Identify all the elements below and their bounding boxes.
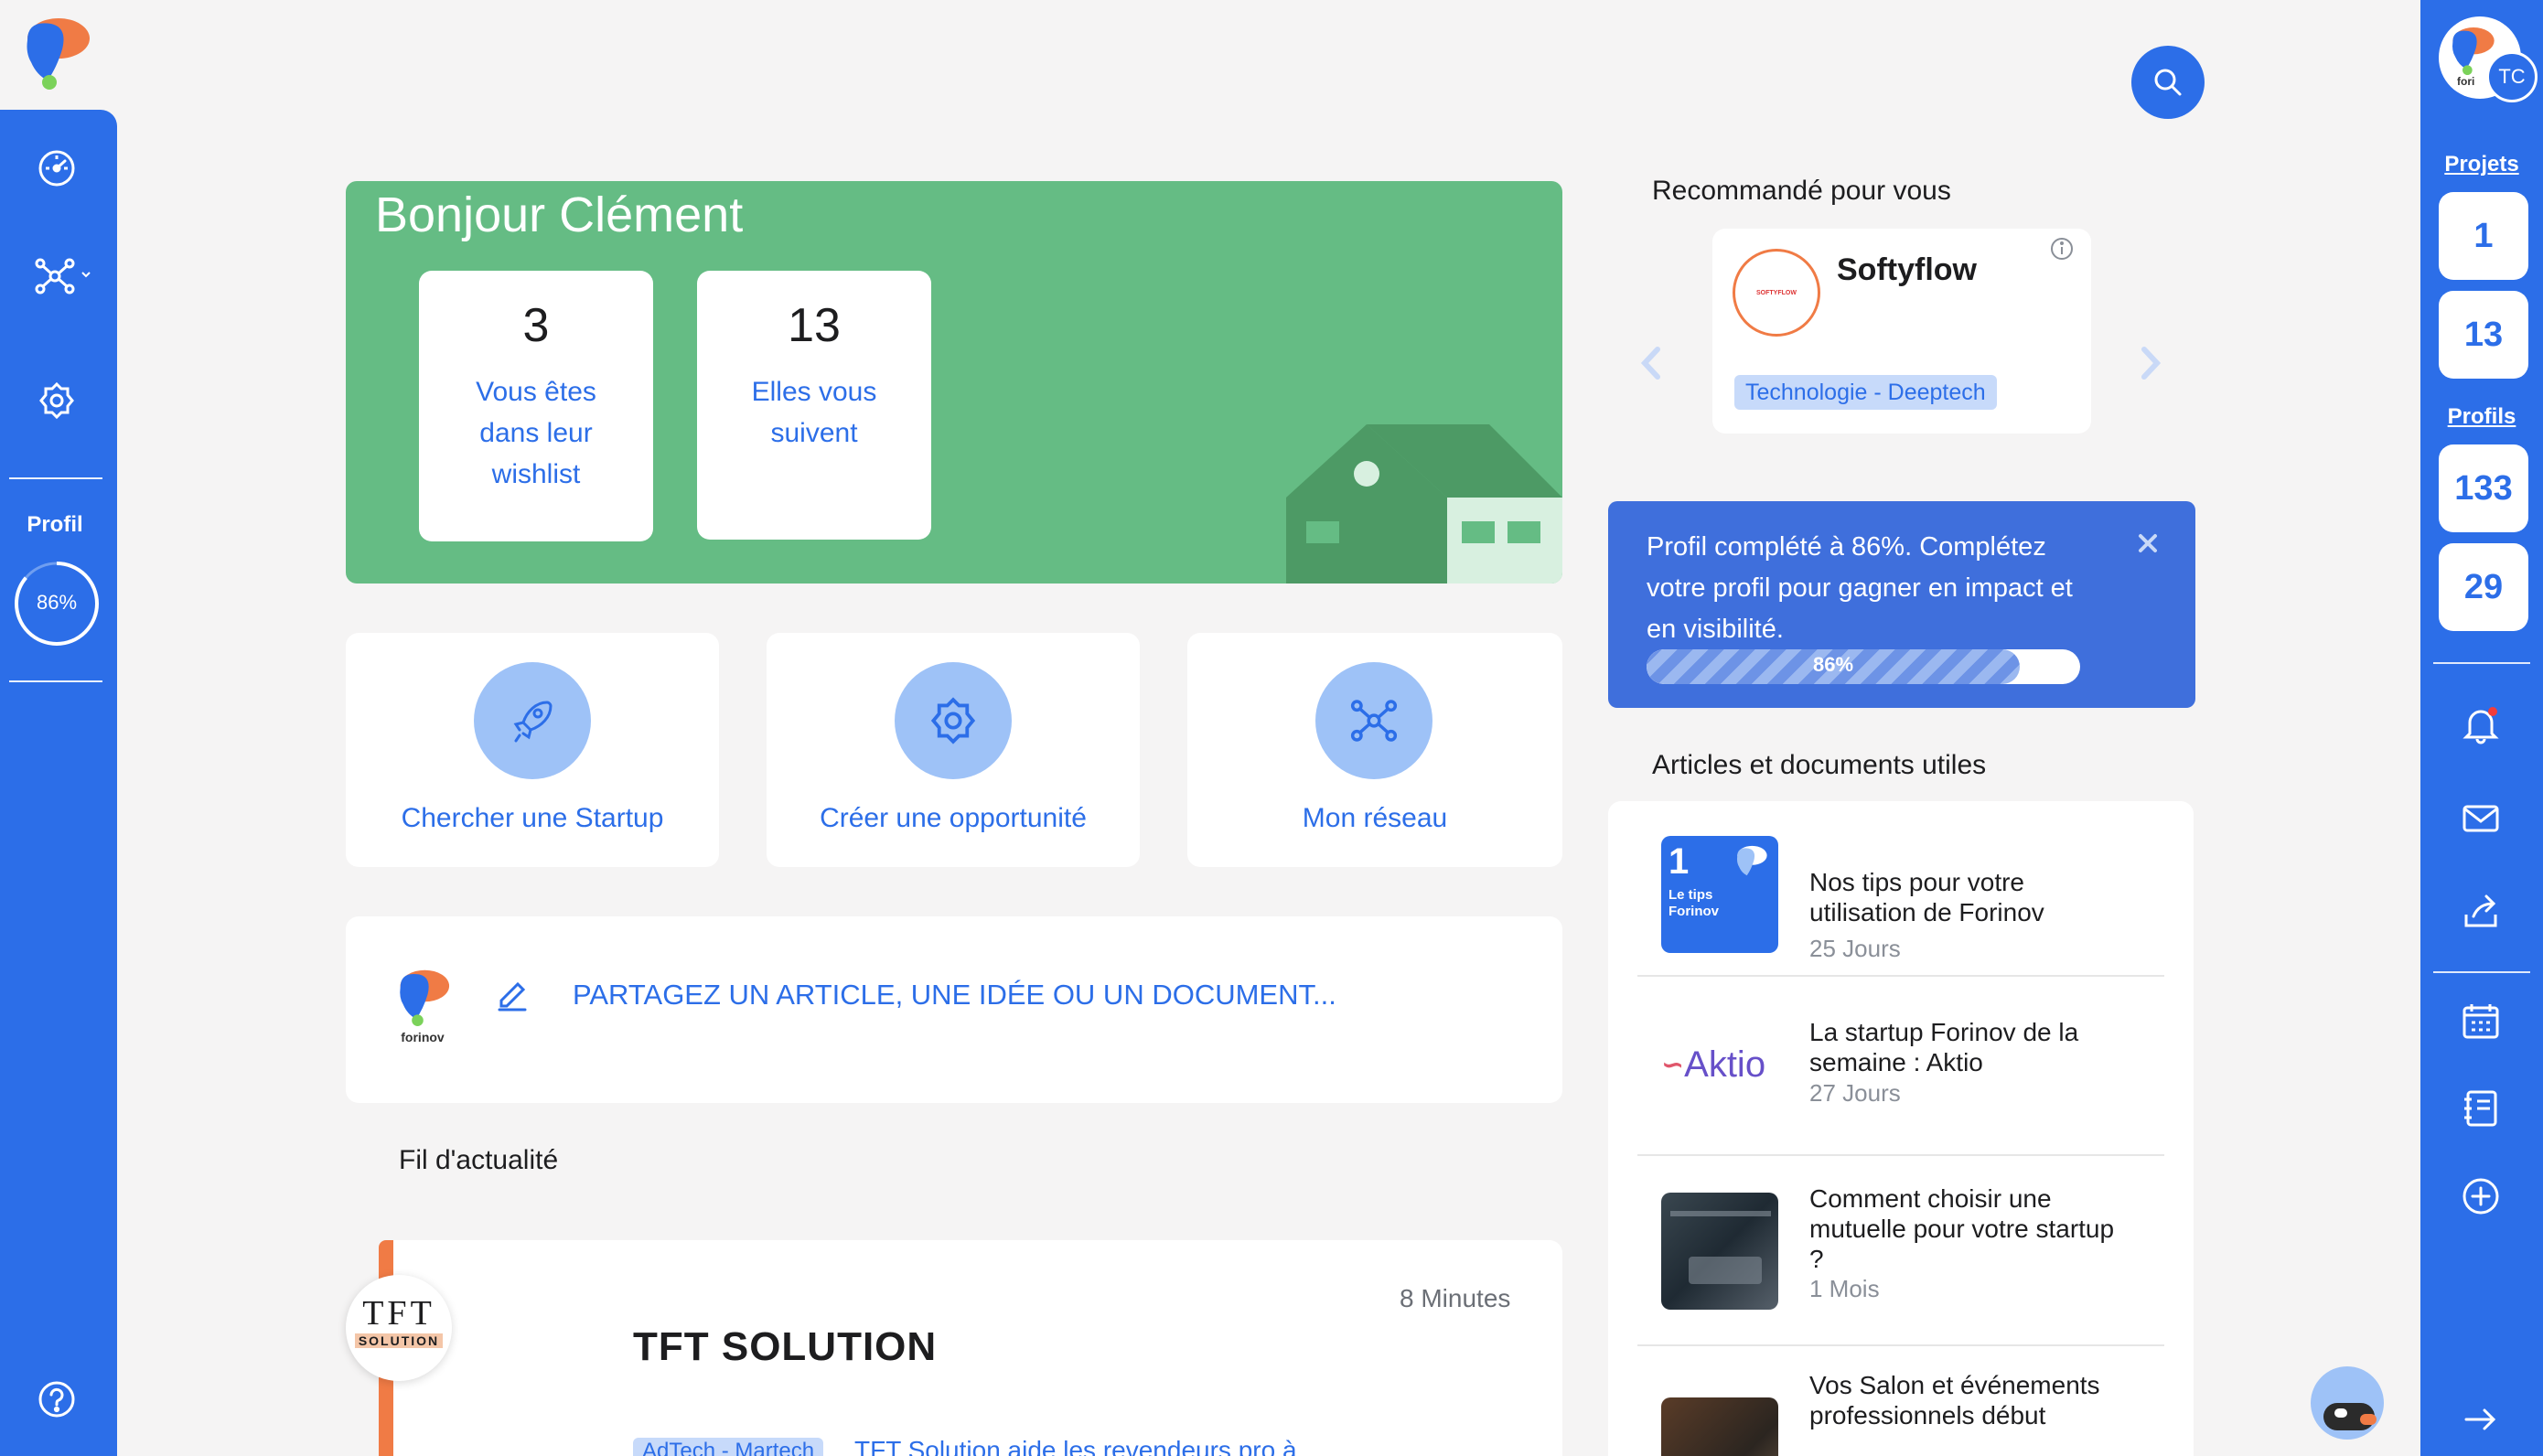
wishlist-stat-card[interactable]: 3 Vous êtes dans leur wishlist — [419, 271, 653, 541]
search-startup-label: Chercher une Startup — [401, 803, 664, 833]
profile-progress-ring[interactable]: 86% — [13, 560, 101, 648]
article-item[interactable]: Comment choisir une mutuelle pour votre … — [1637, 1156, 2164, 1344]
tft-logo-sub: SOLUTION — [355, 1333, 443, 1348]
wishlist-stat-label: Vous êtes dans leur wishlist — [476, 377, 596, 489]
sidebar-divider — [2433, 971, 2530, 973]
mail-icon[interactable] — [2455, 792, 2506, 843]
tft-logo-text: TFT — [362, 1294, 435, 1333]
network-menu-icon[interactable] — [31, 251, 99, 302]
post-company-avatar[interactable]: TFT SOLUTION — [346, 1275, 452, 1381]
forinov-avatar-text: forinov — [401, 1030, 445, 1044]
plus-circle-icon[interactable] — [2455, 1171, 2506, 1222]
recommended-tag: Technologie - Deeptech — [1734, 375, 1997, 410]
gear-badge-icon — [895, 662, 1012, 779]
post-excerpt[interactable]: TFT Solution aide les revendeurs pro à — [854, 1436, 1297, 1456]
my-network-label: Mon réseau — [1302, 803, 1448, 833]
house-illustration — [1286, 424, 1562, 583]
projets-count-2[interactable]: 13 — [2439, 291, 2528, 379]
sidebar-divider — [2433, 662, 2530, 664]
left-sidebar: Profil 86% — [0, 110, 117, 1456]
chat-assistant-avatar[interactable] — [2311, 1366, 2384, 1440]
post-tag: AdTech - Martech — [633, 1438, 824, 1456]
article-title[interactable]: Nos tips pour votre utilisation de Forin… — [1809, 867, 2120, 927]
profils-count-2[interactable]: 29 — [2439, 543, 2528, 631]
articles-list: 1 Le tips Forinov Nos tips pour votre ut… — [1608, 801, 2194, 1456]
dashboard-icon[interactable] — [31, 143, 82, 194]
article-thumb-aktio: ∽ Aktio — [1661, 1006, 1778, 1123]
feed-post[interactable]: 8 Minutes TFT SOLUTION AdTech - Martech … — [379, 1240, 1562, 1456]
article-title[interactable]: La startup Forinov de la semaine : Aktio — [1809, 1017, 2120, 1077]
avatar-small-text: fori — [2457, 75, 2475, 88]
profils-label[interactable]: Profils — [2420, 404, 2543, 430]
article-date: 25 Jours — [1809, 935, 1901, 962]
search-startup-card[interactable]: Chercher une Startup — [346, 633, 719, 867]
logout-arrow-icon[interactable] — [2455, 1394, 2506, 1445]
greeting-title: Bonjour Clément — [375, 187, 744, 242]
profil-label: Profil — [27, 512, 83, 537]
projets-label[interactable]: Projets — [2420, 152, 2543, 177]
calendar-icon[interactable] — [2455, 995, 2506, 1046]
post-company[interactable]: TFT SOLUTION — [633, 1324, 937, 1370]
article-item[interactable]: 1 Le tips Forinov Nos tips pour votre ut… — [1637, 829, 2164, 975]
share-post-box[interactable]: forinov PARTAGEZ UN ARTICLE, UNE IDÉE OU… — [346, 916, 1562, 1103]
welcome-banner: Bonjour Clément 3 Vous êtes dans leur wi… — [346, 181, 1562, 583]
article-date: 27 Jours — [1809, 1079, 1901, 1107]
gear-badge-icon[interactable] — [31, 375, 82, 426]
followers-stat-card[interactable]: 13 Elles vous suivent — [697, 271, 931, 540]
post-time: 8 Minutes — [1400, 1284, 1511, 1312]
sidebar-divider — [9, 477, 102, 479]
sidebar-divider — [9, 680, 102, 682]
profile-progress-label: 86% — [1812, 653, 1854, 676]
article-date: 1 Mois — [1809, 1275, 1880, 1302]
thumb-number: 1 — [1669, 841, 1690, 882]
rocket-icon — [474, 662, 591, 779]
recommended-title: Recommandé pour vous — [1652, 176, 1951, 206]
close-icon[interactable] — [2133, 529, 2162, 558]
my-network-card[interactable]: Mon réseau — [1187, 633, 1562, 867]
wishlist-stat-value: 3 — [522, 299, 550, 352]
thumb-text: Le tips Forinov — [1669, 887, 1719, 919]
followers-stat-label: Elles vous suivent — [751, 377, 877, 448]
profile-completion-banner: Profil complété à 86%. Complétez votre p… — [1608, 501, 2195, 708]
bell-icon[interactable] — [2455, 699, 2506, 750]
profile-progress-bar: 86% — [1647, 649, 2080, 684]
notebook-icon[interactable] — [2455, 1083, 2506, 1134]
articles-title: Articles et documents utiles — [1652, 750, 1987, 780]
search-button[interactable] — [2131, 46, 2205, 119]
projets-count-1[interactable]: 1 — [2439, 192, 2528, 280]
profile-completion-text: Profil complété à 86%. Complétez votre p… — [1647, 532, 2073, 644]
recommended-company[interactable]: Softyflow — [1837, 252, 1977, 288]
profils-count-1[interactable]: 133 — [2439, 444, 2528, 532]
chevron-right-icon[interactable] — [2137, 340, 2164, 386]
profile-progress-text: 86% — [36, 591, 78, 614]
followers-stat-value: 13 — [788, 299, 841, 352]
create-opportunity-card[interactable]: Créer une opportunité — [767, 633, 1140, 867]
create-opportunity-label: Créer une opportunité — [820, 803, 1087, 833]
article-thumb-photo — [1661, 1193, 1778, 1310]
question-icon[interactable] — [31, 1374, 82, 1425]
search-icon — [2154, 69, 2182, 96]
article-title[interactable]: Comment choisir une mutuelle pour votre … — [1809, 1183, 2120, 1274]
share-prompt[interactable]: PARTAGEZ UN ARTICLE, UNE IDÉE OU UN DOCU… — [573, 979, 1336, 1012]
forinov-logo[interactable] — [20, 13, 91, 90]
article-item[interactable]: ∽ Aktio La startup Forinov de la semaine… — [1637, 977, 2164, 1152]
feed-title: Fil d'actualité — [399, 1145, 559, 1175]
recommended-card[interactable]: SOFTYFLOW Softyflow Technologie - Deepte… — [1712, 229, 2091, 434]
aktio-logo-text: Aktio — [1684, 1044, 1766, 1085]
network-icon — [1315, 662, 1432, 779]
right-sidebar: fori TC Projets 1 13 Profils 133 29 — [2420, 0, 2543, 1456]
chevron-left-icon[interactable] — [1637, 340, 1665, 386]
export-icon[interactable] — [2455, 885, 2506, 937]
softyflow-logo: SOFTYFLOW — [1733, 249, 1820, 337]
pencil-icon[interactable] — [492, 973, 532, 1013]
article-thumb-photo — [1661, 1397, 1778, 1456]
info-icon[interactable] — [2049, 236, 2075, 262]
article-title[interactable]: Vos Salon et événements professionnels d… — [1809, 1370, 2120, 1430]
user-initials-badge[interactable]: TC — [2486, 51, 2538, 102]
forinov-avatar: forinov — [393, 966, 452, 1048]
softyflow-logo-text: SOFTYFLOW — [1756, 289, 1797, 296]
article-item[interactable]: Vos Salon et événements professionnels d… — [1637, 1346, 2164, 1456]
article-thumb-tips: 1 Le tips Forinov — [1661, 836, 1778, 953]
